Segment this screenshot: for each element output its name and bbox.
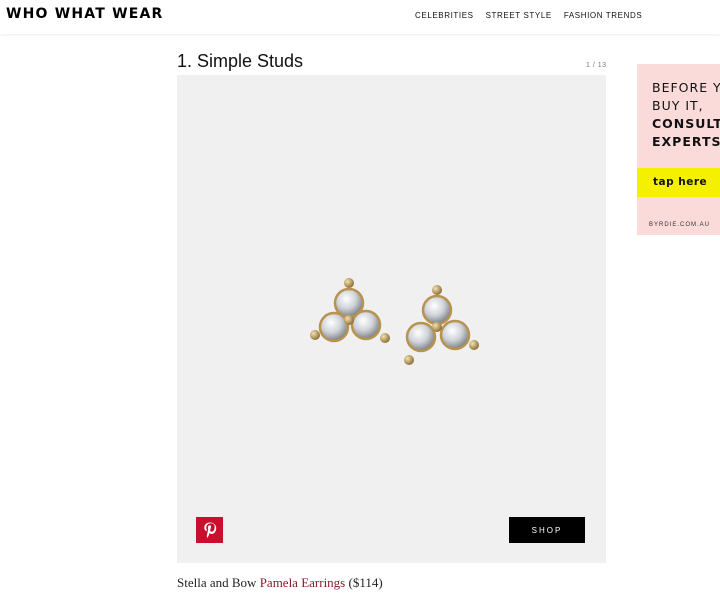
nav-item-fashion-trends[interactable]: FASHION TRENDS: [564, 11, 643, 20]
ad-headline: BEFORE YOU BUY IT,: [652, 79, 720, 115]
product-brand: Stella and Bow: [177, 575, 257, 590]
slide-counter: 1 / 13: [586, 62, 607, 69]
pinterest-icon: [203, 522, 216, 538]
ad-subheadline-line2: EXPERTS.: [652, 134, 720, 149]
ad-subheadline: CONSULT EXPERTS.: [652, 115, 720, 151]
site-header: WHO WHAT WEAR CELEBRITIES STREET STYLE F…: [0, 0, 720, 34]
ad-subheadline-line1: CONSULT: [652, 116, 720, 131]
product-caption: Stella and Bow Pamela Earrings ($114): [177, 575, 383, 591]
site-logo[interactable]: WHO WHAT WEAR: [6, 6, 164, 22]
product-link[interactable]: Pamela Earrings: [260, 575, 346, 590]
ad-cta-label: tap here: [653, 176, 708, 188]
nav-item-street-style[interactable]: STREET STYLE: [486, 11, 552, 20]
left-earring: [310, 278, 390, 343]
sidebar-ad[interactable]: BEFORE YOU BUY IT, CONSULT EXPERTS. tap …: [637, 64, 720, 235]
main-nav: CELEBRITIES STREET STYLE FASHION TRENDS: [415, 11, 642, 20]
product-image: [310, 278, 479, 365]
ad-headline-line1: BEFORE YOU: [652, 80, 720, 95]
ad-cta-button[interactable]: tap here: [637, 168, 720, 197]
right-earring: [404, 285, 479, 365]
ad-domain: BYRDIE.COM.AU: [649, 222, 711, 228]
pinterest-button[interactable]: [196, 517, 223, 543]
product-price: ($114): [348, 575, 383, 590]
ad-headline-line2: BUY IT,: [652, 98, 704, 113]
slide-title: 1. Simple Studs: [177, 51, 304, 71]
nav-item-celebrities[interactable]: CELEBRITIES: [415, 11, 474, 20]
shop-button[interactable]: SHOP: [509, 517, 585, 543]
gallery-slide[interactable]: SHOP: [177, 75, 606, 563]
